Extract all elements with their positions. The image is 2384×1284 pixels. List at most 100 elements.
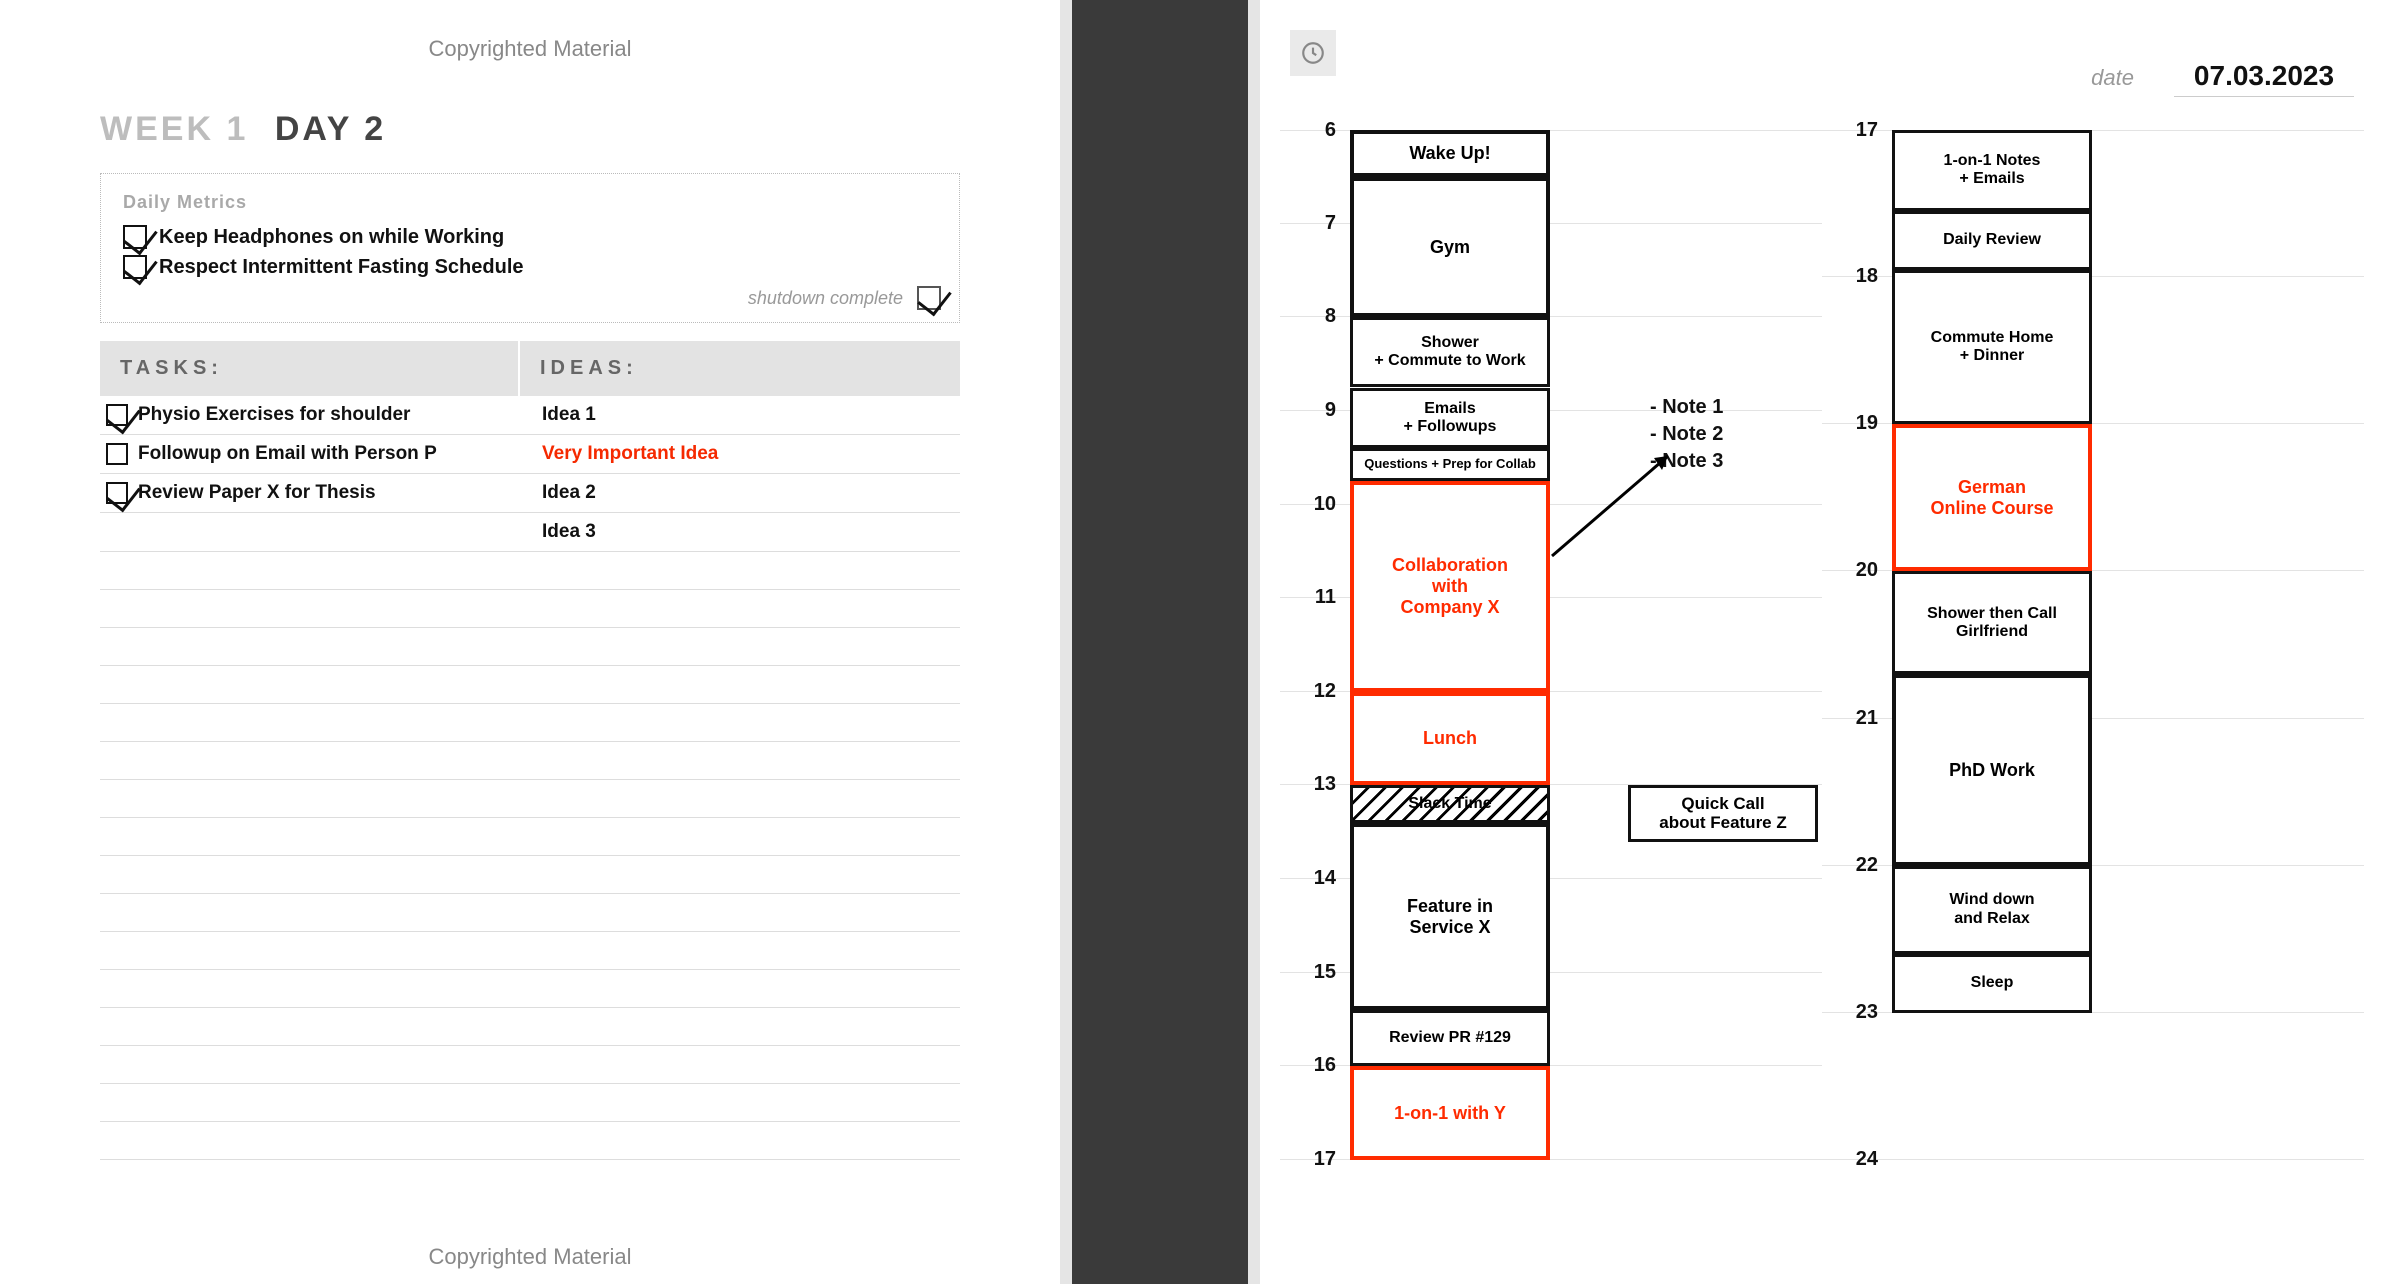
- task-checkbox[interactable]: [106, 443, 128, 465]
- time-block: Daily Review: [1892, 211, 2092, 270]
- metric-checkbox[interactable]: [123, 255, 147, 279]
- hour-label: 12: [1276, 680, 1336, 703]
- daily-metrics-box: Daily Metrics Keep Headphones on while W…: [100, 173, 960, 323]
- hour-label: 17: [1276, 1148, 1336, 1171]
- table-row: [100, 628, 960, 666]
- idea-cell: [520, 1122, 960, 1159]
- hour-label: 11: [1276, 586, 1336, 609]
- hour-label: 19: [1818, 412, 1878, 435]
- time-block: Lunch: [1350, 692, 1550, 786]
- table-row: Review Paper X for Thesis Idea 2: [100, 474, 960, 513]
- copyright-top: Copyrighted Material: [0, 36, 1060, 62]
- table-row: [100, 1008, 960, 1046]
- time-block-label: PhD Work: [1949, 760, 2035, 781]
- time-block: Slack Time: [1350, 785, 1550, 822]
- task-cell: [100, 704, 520, 741]
- idea-cell: [520, 742, 960, 779]
- task-checkbox[interactable]: [106, 404, 128, 426]
- metric-line: Respect Intermittent Fasting Schedule: [123, 255, 937, 279]
- shutdown-label: shutdown complete: [748, 288, 903, 309]
- shutdown-checkbox[interactable]: [917, 286, 941, 310]
- time-block-label: Sleep: [1971, 974, 2014, 992]
- task-text: Review Paper X for Thesis: [138, 482, 376, 504]
- task-cell: [100, 1084, 520, 1121]
- idea-cell: Idea 2: [520, 474, 960, 512]
- date-area: date 07.03.2023: [2091, 60, 2354, 97]
- task-cell: [100, 1122, 520, 1159]
- idea-cell: [520, 590, 960, 627]
- idea-cell: [520, 780, 960, 817]
- idea-cell: [520, 856, 960, 893]
- table-row: [100, 590, 960, 628]
- hour-label: 18: [1818, 265, 1878, 288]
- idea-cell: [520, 1046, 960, 1083]
- planner-column-1: 67891011121314151617Wake Up!GymShower+ C…: [1280, 130, 1822, 1170]
- time-block: Review PR #129: [1350, 1010, 1550, 1066]
- time-block-label: Gym: [1430, 237, 1470, 258]
- task-cell: Review Paper X for Thesis: [100, 474, 520, 512]
- table-row: [100, 552, 960, 590]
- time-block-label: Wind downand Relax: [1949, 891, 2034, 928]
- table-row: [100, 1122, 960, 1160]
- table-row: [100, 666, 960, 704]
- notes-list: - Note 1- Note 2- Note 3: [1650, 394, 1723, 475]
- hour-label: 10: [1276, 493, 1336, 516]
- shutdown-complete: shutdown complete: [748, 286, 941, 310]
- task-cell: [100, 894, 520, 931]
- metric-label: Keep Headphones on while Working: [159, 226, 504, 249]
- task-checkbox[interactable]: [106, 482, 128, 504]
- task-cell: [100, 590, 520, 627]
- time-block: Sleep: [1892, 954, 2092, 1013]
- idea-cell: [520, 1084, 960, 1121]
- time-block-label: GermanOnline Course: [1930, 477, 2053, 518]
- metric-label: Respect Intermittent Fasting Schedule: [159, 256, 524, 279]
- task-cell: [100, 552, 520, 589]
- tasks-header: TASKS:: [100, 341, 520, 396]
- table-row: [100, 1084, 960, 1122]
- task-cell: [100, 780, 520, 817]
- hour-label: 21: [1818, 707, 1878, 730]
- copyright-bottom: Copyrighted Material: [0, 1244, 1060, 1270]
- clock-icon: [1290, 30, 1336, 76]
- idea-cell: Very Important Idea: [520, 435, 960, 473]
- note-item: - Note 1: [1650, 394, 1723, 421]
- task-cell: [100, 970, 520, 1007]
- table-row: [100, 818, 960, 856]
- ideas-header: IDEAS:: [520, 341, 960, 396]
- time-block: Gym: [1350, 177, 1550, 317]
- idea-cell: [520, 1008, 960, 1045]
- task-cell: [100, 1008, 520, 1045]
- task-cell: [100, 666, 520, 703]
- task-cell: [100, 932, 520, 969]
- table-row: Followup on Email with Person PVery Impo…: [100, 435, 960, 474]
- metric-checkbox[interactable]: [123, 225, 147, 249]
- time-block-label: Shower+ Commute to Work: [1374, 334, 1525, 371]
- table-row: [100, 856, 960, 894]
- task-cell: [100, 628, 520, 665]
- task-cell: [100, 513, 520, 551]
- note-item: - Note 2: [1650, 421, 1723, 448]
- hour-label: 23: [1818, 1001, 1878, 1024]
- table-row: [100, 894, 960, 932]
- hour-label: 15: [1276, 961, 1336, 984]
- metric-line: Keep Headphones on while Working: [123, 225, 937, 249]
- table-row: [100, 704, 960, 742]
- time-block: Feature inService X: [1350, 823, 1550, 1010]
- blocks-layer: Wake Up! Gym Shower+ Commute to Work Emails…: [1350, 130, 1550, 1170]
- idea-cell: [520, 932, 960, 969]
- tasks-ideas-rows: Physio Exercises for shoulderIdea 1Follo…: [100, 396, 960, 1160]
- time-block: Wake Up!: [1350, 130, 1550, 177]
- time-block: Shower then CallGirlfriend: [1892, 571, 2092, 674]
- date-label: date: [2091, 65, 2134, 91]
- idea-cell: [520, 628, 960, 665]
- hour-label: 24: [1818, 1148, 1878, 1171]
- week-day-heading: WEEK 1 DAY 2: [100, 110, 960, 149]
- time-block: Emails+ Followups: [1350, 388, 1550, 449]
- idea-cell: Idea 3: [520, 513, 960, 551]
- hour-label: 8: [1276, 305, 1336, 328]
- hour-label: 9: [1276, 399, 1336, 422]
- table-row: [100, 742, 960, 780]
- table-row: [100, 932, 960, 970]
- planner-right-page: date 07.03.2023 67891011121314151617Wake…: [1260, 0, 2384, 1284]
- task-cell: Followup on Email with Person P: [100, 435, 520, 473]
